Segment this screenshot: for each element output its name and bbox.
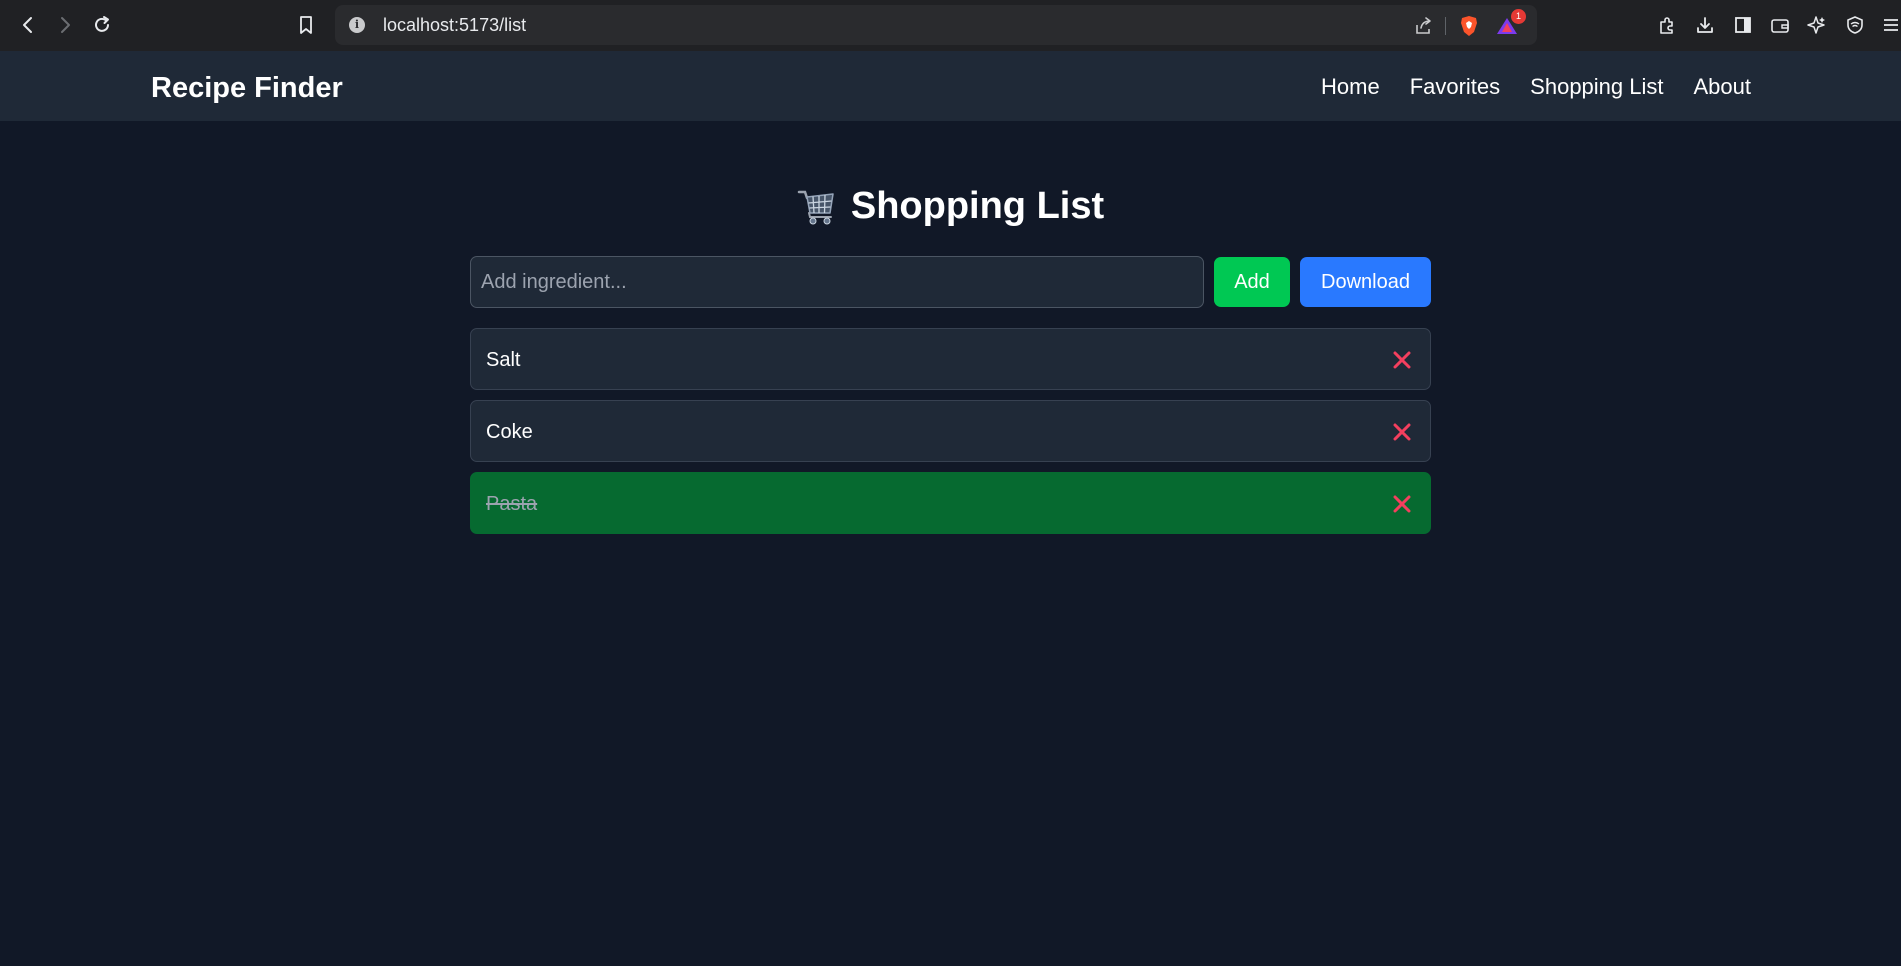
vpn-icon[interactable] — [1841, 11, 1869, 39]
app-navbar: Recipe Finder Home Favorites Shopping Li… — [0, 51, 1901, 121]
nav-link-home[interactable]: Home — [1321, 72, 1380, 102]
nav-link-shopping-list[interactable]: Shopping List — [1530, 72, 1663, 102]
downloads-icon[interactable] — [1691, 11, 1719, 39]
download-button[interactable]: Download — [1300, 257, 1431, 307]
menu-icon[interactable] — [1877, 11, 1901, 39]
remove-icon[interactable] — [1390, 420, 1414, 444]
remove-icon[interactable] — [1390, 348, 1414, 372]
nav-link-about[interactable]: About — [1694, 72, 1752, 102]
extensions-icon[interactable] — [1653, 11, 1681, 39]
wallet-icon[interactable] — [1766, 11, 1794, 39]
back-icon[interactable] — [14, 11, 42, 39]
address-bar[interactable]: i localhost:5173/list 1 — [335, 5, 1537, 45]
shopping-list-section: Shopping List Add Download Salt Coke Pas… — [470, 180, 1431, 534]
leo-ai-icon[interactable] — [1803, 11, 1831, 39]
list-item[interactable]: Salt — [470, 328, 1431, 390]
title-row: Shopping List — [470, 180, 1431, 232]
list-item-checked[interactable]: Pasta — [470, 472, 1431, 534]
list-item[interactable]: Coke — [470, 400, 1431, 462]
bookmark-icon[interactable] — [292, 11, 320, 39]
remove-icon[interactable] — [1390, 492, 1414, 516]
nav-link-favorites[interactable]: Favorites — [1410, 72, 1500, 102]
sidebar-icon[interactable] — [1729, 11, 1757, 39]
add-button[interactable]: Add — [1214, 257, 1290, 307]
brave-rewards-icon[interactable]: 1 — [1496, 9, 1526, 37]
forward-icon[interactable] — [51, 11, 79, 39]
brand-logo[interactable]: Recipe Finder — [151, 71, 343, 105]
nav-links: Home Favorites Shopping List About — [1321, 72, 1751, 102]
browser-toolbar: i localhost:5173/list 1 — [0, 0, 1901, 51]
item-label: Salt — [486, 349, 521, 371]
item-label: Coke — [486, 421, 533, 443]
item-label: Pasta — [486, 493, 538, 515]
shopping-cart-icon — [797, 190, 834, 225]
site-info-icon[interactable]: i — [349, 17, 365, 33]
reload-icon[interactable] — [88, 11, 116, 39]
shopping-list: Salt Coke Pasta — [470, 328, 1431, 544]
brave-shields-icon[interactable] — [1458, 15, 1480, 37]
address-separator — [1445, 17, 1446, 35]
share-icon[interactable] — [1412, 15, 1434, 37]
add-ingredient-form: Add Download — [470, 256, 1431, 308]
address-url[interactable]: localhost:5173/list — [383, 15, 526, 35]
page-title: Shopping List — [850, 185, 1105, 227]
ingredient-input[interactable] — [470, 256, 1204, 308]
rewards-badge: 1 — [1511, 9, 1526, 24]
